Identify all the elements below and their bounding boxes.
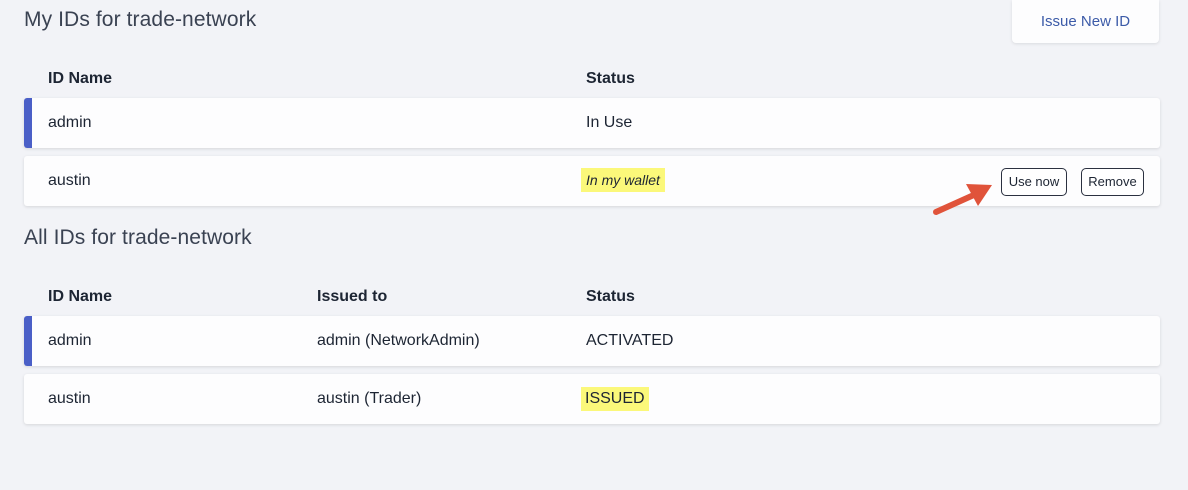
remove-button[interactable]: Remove [1081,168,1144,196]
issued-highlight: ISSUED [581,387,649,411]
all-ids-header-name: ID Name [48,288,113,305]
my-ids-title: My IDs for trade-network [24,8,257,31]
annotation-arrow-icon [933,184,992,215]
all-ids-header-issued-to: Issued to [317,288,388,305]
page: My IDs for trade-network Issue New ID ID… [0,0,1188,490]
issued-to: austin (Trader) [317,390,422,407]
id-status: ISSUED [581,374,649,424]
all-ids-header-status: Status [586,288,635,305]
id-name: austin [48,172,91,189]
in-wallet-highlight: In my wallet [581,168,665,192]
id-name: admin [48,114,92,131]
id-status: ACTIVATED [586,332,674,349]
id-name: admin [48,332,92,349]
use-now-button[interactable]: Use now [1001,168,1067,196]
id-name: austin [48,390,91,407]
issue-new-id-button[interactable]: Issue New ID [1012,0,1159,43]
all-ids-row-austin[interactable]: austin austin (Trader) ISSUED [24,374,1160,424]
my-ids-header-name: ID Name [48,70,113,87]
my-ids-header-status: Status [586,70,635,87]
all-ids-title: All IDs for trade-network [24,226,252,249]
my-ids-row-admin[interactable]: admin In Use [24,98,1160,148]
all-ids-row-admin[interactable]: admin admin (NetworkAdmin) ACTIVATED [24,316,1160,366]
id-status: In Use [586,114,633,131]
id-status: In my wallet [581,156,665,206]
issued-to: admin (NetworkAdmin) [317,332,480,349]
